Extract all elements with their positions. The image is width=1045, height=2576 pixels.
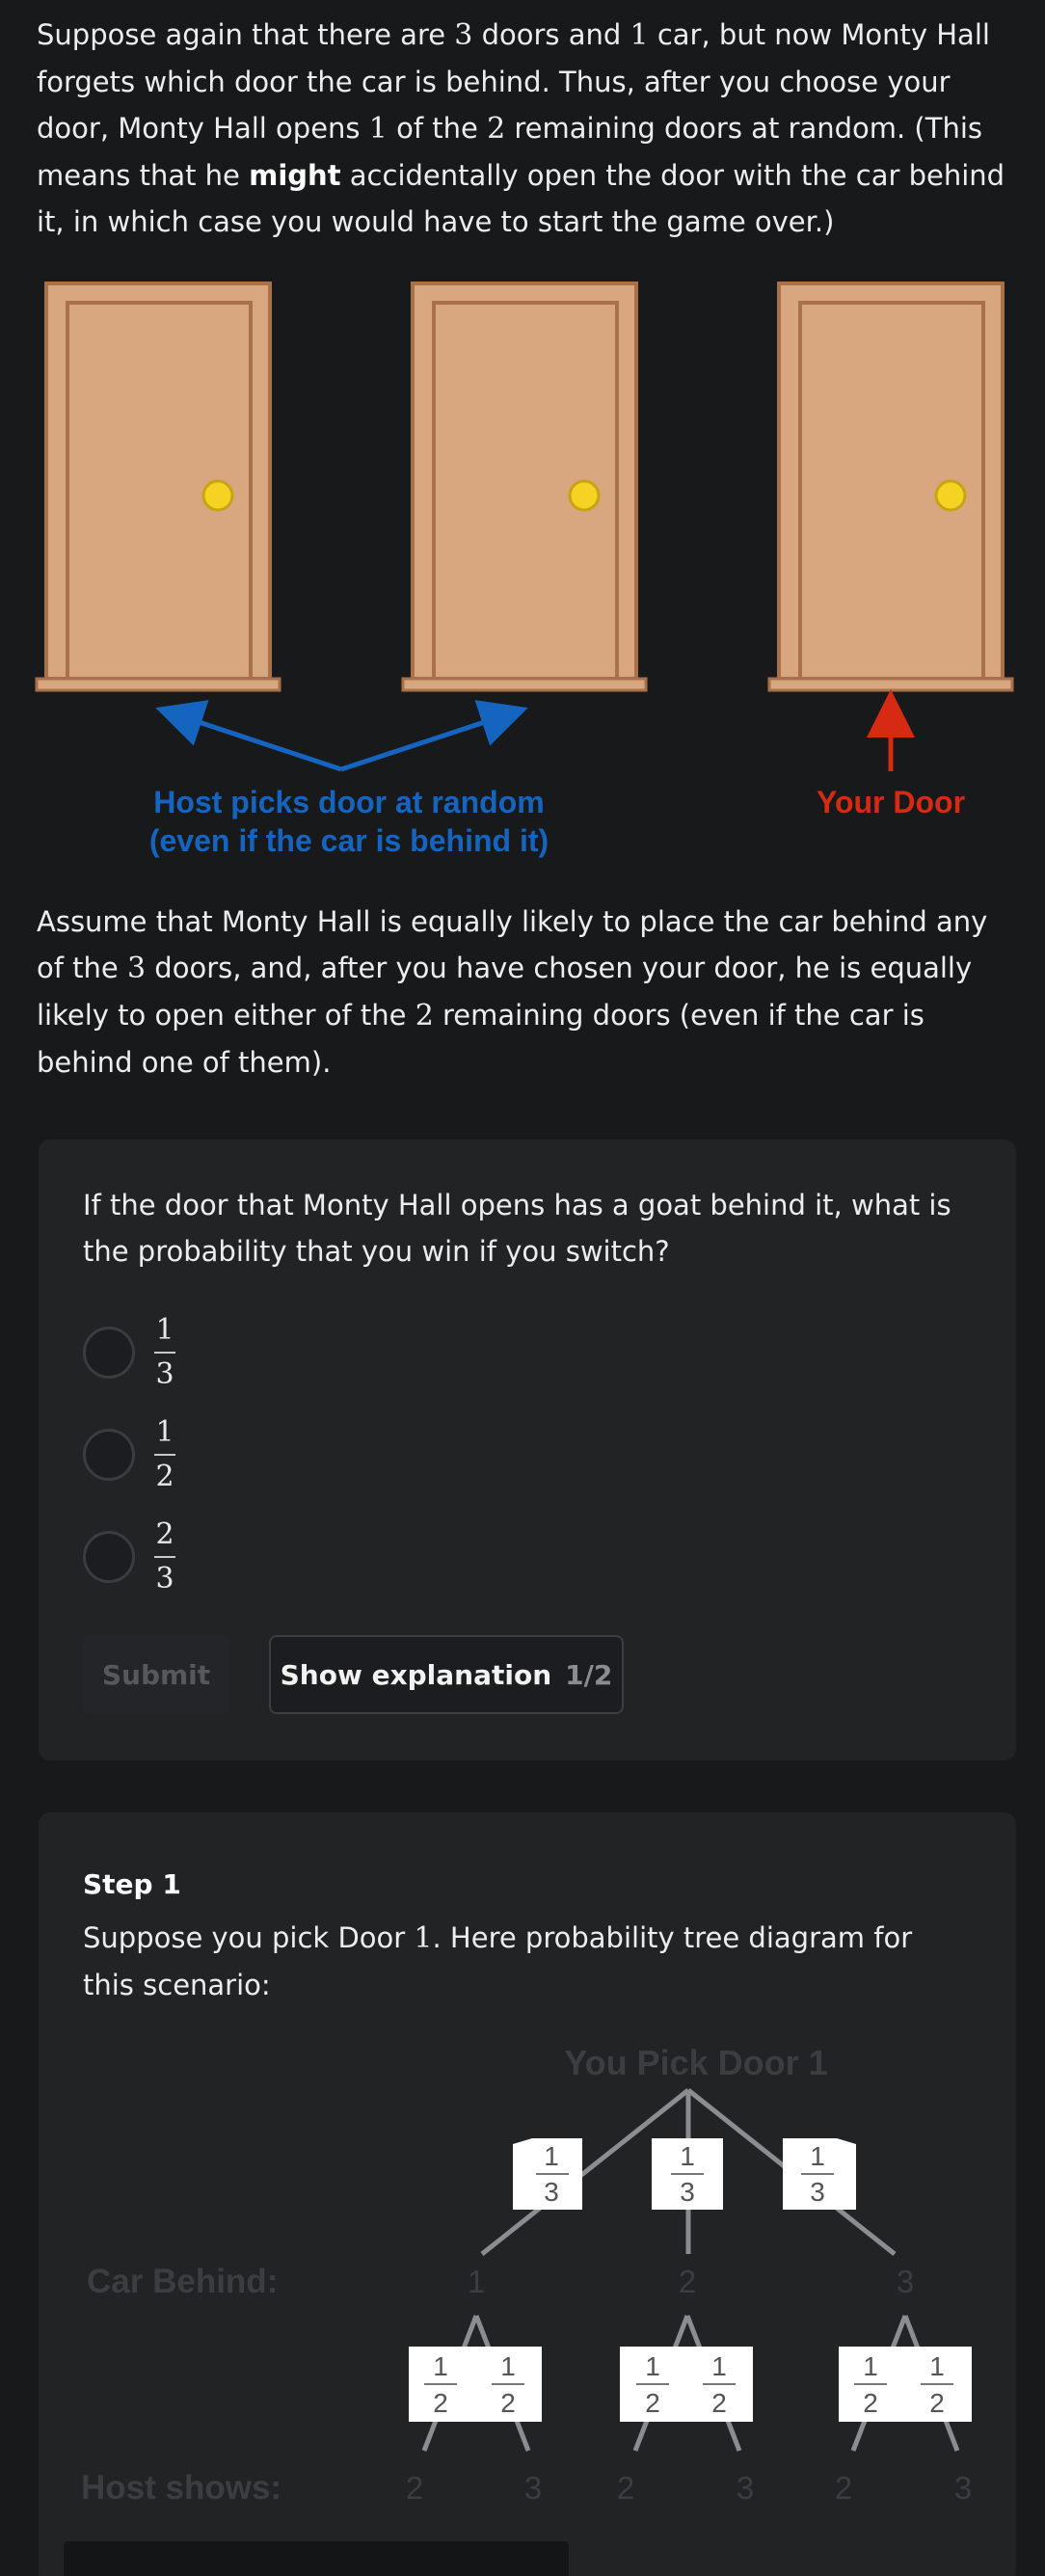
host-door: 3 [737, 2470, 754, 2506]
step-title: Step 1 [83, 1868, 181, 1900]
blue-arrow-left-icon [155, 700, 342, 772]
door-knob-icon [934, 479, 967, 512]
choice-1-3[interactable]: 13 [83, 1309, 372, 1396]
svg-text:2: 2 [500, 2388, 516, 2418]
svg-text:3: 3 [810, 2177, 825, 2207]
door-knob-icon [568, 479, 601, 512]
door-3 [767, 282, 1014, 692]
svg-text:2: 2 [929, 2388, 945, 2418]
svg-text:1: 1 [711, 2351, 727, 2381]
host-shows-label: Host shows: [81, 2469, 281, 2507]
page: { "intro": { "t1": "Suppose again that t… [0, 0, 1045, 2576]
choice-2-3[interactable]: 23 [83, 1514, 372, 1600]
car-door-2: 2 [679, 2264, 696, 2299]
explanation-count: 1/2 [565, 1658, 613, 1691]
car-behind-label: Car Behind: [87, 2263, 278, 2300]
svg-text:2: 2 [711, 2388, 727, 2418]
question-card: If the door that Monty Hall opens has a … [39, 1140, 1016, 1760]
question-text: If the door that Monty Hall opens has a … [83, 1189, 951, 1268]
svg-text:1: 1 [433, 2351, 448, 2381]
first-branch-label-1: 1 3 [513, 2138, 582, 2210]
next-content-box [64, 2541, 569, 2576]
host-door: 2 [617, 2470, 634, 2506]
svg-text:2: 2 [863, 2388, 878, 2418]
svg-text:2: 2 [433, 2388, 448, 2418]
svg-text:1: 1 [544, 2141, 559, 2171]
assume-paragraph: Assume that Monty Hall is equally likely… [37, 905, 988, 1079]
choice-fraction: 23 [154, 1517, 175, 1596]
svg-text:1: 1 [810, 2141, 825, 2171]
radio-button[interactable] [83, 1531, 135, 1583]
door-2 [401, 282, 648, 692]
host-door: 2 [406, 2470, 423, 2506]
first-branch-label-3: 1 3 [783, 2138, 856, 2210]
door-knob-icon [201, 479, 234, 512]
svg-text:1: 1 [929, 2351, 945, 2381]
first-branch-label-2: 1 3 [652, 2138, 723, 2210]
step-text: Suppose you pick Door 1. Here probabilit… [83, 1921, 913, 2001]
submit-button[interactable]: Submit [83, 1635, 229, 1714]
radio-button[interactable] [83, 1327, 135, 1379]
host-label-line-2: (even if the car is behind it) [149, 823, 549, 858]
car-door-3: 3 [897, 2264, 914, 2299]
host-door: 3 [524, 2470, 542, 2506]
blue-arrow-right-icon [340, 700, 528, 772]
second-branch-labels-1: 1 2 1 2 [409, 2347, 542, 2422]
second-branch-labels-2: 1 2 1 2 [620, 2347, 753, 2422]
show-explanation-label: Show explanation [280, 1658, 552, 1691]
svg-text:1: 1 [645, 2351, 660, 2381]
choice-1-2[interactable]: 12 [83, 1411, 372, 1498]
show-explanation-button[interactable]: Show explanation 1/2 [269, 1635, 624, 1714]
intro-paragraph: Suppose again that there are 3 doors and… [37, 18, 1005, 238]
door-1 [35, 282, 281, 692]
doors-figure: Host picks door at random (even if the c… [35, 282, 1014, 858]
radio-button[interactable] [83, 1429, 135, 1481]
svg-text:1: 1 [863, 2351, 878, 2381]
probability-tree-diagram: You Pick Door 1 1 3 1 3 1 3 Car Behind: … [81, 2043, 972, 2507]
svg-text:3: 3 [544, 2177, 559, 2207]
svg-text:1: 1 [680, 2141, 695, 2171]
choice-fraction: 12 [154, 1415, 175, 1493]
your-door-label: Your Door [817, 785, 965, 819]
car-door-1: 1 [468, 2264, 485, 2299]
host-door: 3 [954, 2470, 972, 2506]
tree-root-label: You Pick Door 1 [564, 2043, 827, 2082]
svg-text:2: 2 [645, 2388, 660, 2418]
svg-text:1: 1 [500, 2351, 516, 2381]
host-door: 2 [835, 2470, 852, 2506]
host-label-line-1: Host picks door at random [153, 785, 544, 819]
second-branch-labels-3: 1 2 1 2 [839, 2347, 972, 2422]
choice-fraction: 13 [154, 1313, 175, 1391]
svg-text:3: 3 [680, 2177, 695, 2207]
